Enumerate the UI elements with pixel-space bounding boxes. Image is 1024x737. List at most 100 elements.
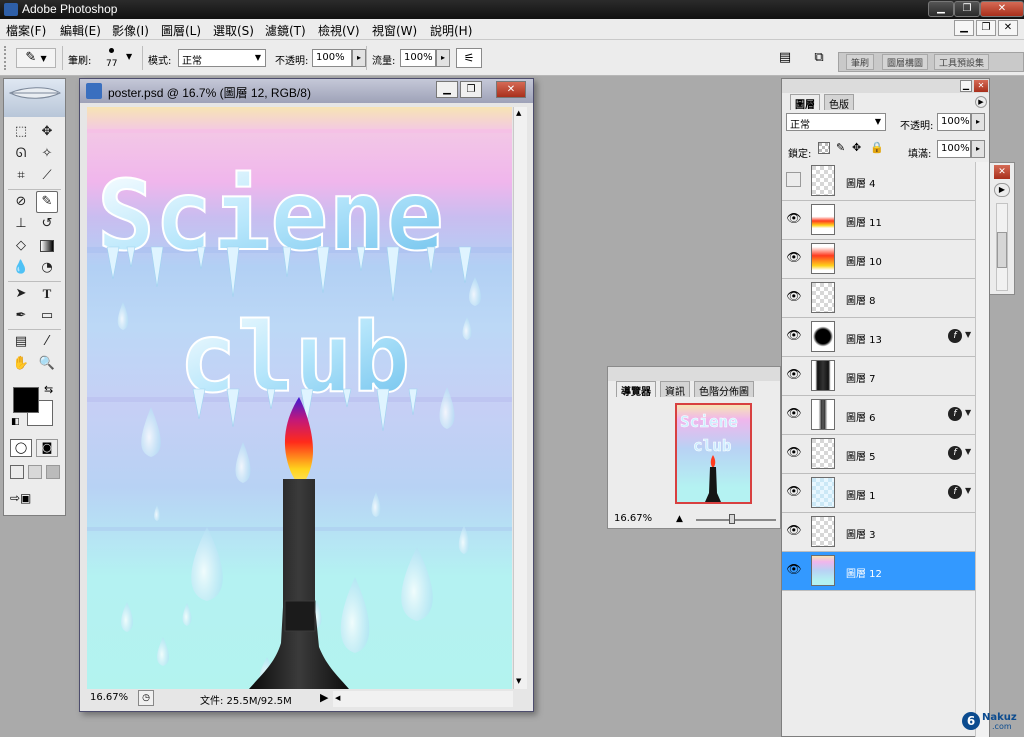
layer-row[interactable]: 👁 圖層 7 xyxy=(782,357,975,396)
well-tab-tool-presets[interactable]: 工具預設集 xyxy=(934,54,990,70)
brush-tool[interactable]: ✎ xyxy=(36,191,58,213)
quick-mask-button[interactable]: ◙ xyxy=(36,439,58,457)
layer-thumbnail[interactable] xyxy=(811,243,835,274)
layer-opacity-slider[interactable]: ▸ xyxy=(971,113,985,131)
blur-tool[interactable]: 💧 xyxy=(10,257,32,279)
close-button[interactable]: ✕ xyxy=(980,1,1024,17)
visibility-eye-icon[interactable]: 👁 xyxy=(786,406,802,422)
screen-mode-standard-button[interactable] xyxy=(10,465,24,479)
crop-tool[interactable]: ⌗ xyxy=(10,165,32,187)
magic-wand-tool[interactable]: ✧ xyxy=(36,143,58,165)
foreground-color-swatch[interactable] xyxy=(13,387,39,413)
layer-thumbnail[interactable] xyxy=(811,516,835,547)
visibility-eye-icon[interactable]: 👁 xyxy=(786,562,802,578)
layer-row[interactable]: 👁 圖層 12 xyxy=(782,552,975,591)
layer-row[interactable]: 👁 圖層 1 f ▼ xyxy=(782,474,975,513)
layer-row[interactable]: 👁 圖層 3 xyxy=(782,513,975,552)
slice-tool[interactable]: ⟋ xyxy=(36,165,58,187)
jump-to-imageready-button[interactable]: ⇨▣ xyxy=(10,491,36,507)
visibility-eye-icon[interactable]: 👁 xyxy=(786,211,802,227)
document-titlebar[interactable]: poster.psd @ 16.7% (圖層 12, RGB/8) ▁ ❐ ✕ xyxy=(80,79,533,103)
history-brush-tool[interactable]: ↺ xyxy=(36,213,58,235)
panel-menu-button[interactable]: ▶ xyxy=(994,183,1010,197)
doc-restore-button[interactable]: ❐ xyxy=(976,20,996,36)
layer-row[interactable]: 👁 圖層 6 f ▼ xyxy=(782,396,975,435)
marquee-tool[interactable]: ⬚ xyxy=(10,121,32,143)
menu-view[interactable]: 檢視(V) xyxy=(318,22,360,39)
navigator-titlebar[interactable] xyxy=(608,367,780,381)
menu-select[interactable]: 選取(S) xyxy=(213,22,254,39)
zoom-slider[interactable] xyxy=(696,519,776,521)
zoom-slider-thumb[interactable] xyxy=(729,514,735,524)
healing-brush-tool[interactable]: ⊘ xyxy=(10,191,32,213)
airbrush-toggle[interactable]: ⚟ xyxy=(456,48,482,68)
tab-info[interactable]: 資訊 xyxy=(660,381,690,398)
doc-minimize-button[interactable]: ▁ xyxy=(954,20,974,36)
zoom-out-icon[interactable]: ▲ xyxy=(676,514,683,524)
layer-row[interactable]: 👁 圖層 8 xyxy=(782,279,975,318)
layer-opacity-input[interactable]: 100% xyxy=(937,113,971,131)
move-tool[interactable]: ✥ xyxy=(36,121,58,143)
layer-thumbnail[interactable] xyxy=(811,165,835,196)
visibility-eye-icon[interactable]: 👁 xyxy=(786,250,802,266)
swap-colors-icon[interactable]: ⇆ xyxy=(44,383,53,396)
tool-preset-picker[interactable]: ✎ ▼ xyxy=(16,48,56,68)
doc-window-restore[interactable]: ❐ xyxy=(460,81,482,98)
layer-row[interactable]: 👁 圖層 5 f ▼ xyxy=(782,435,975,474)
tab-channels[interactable]: 色版 xyxy=(824,94,854,111)
fill-input[interactable]: 100% xyxy=(937,140,971,158)
layer-row[interactable]: 👁 圖層 13 f ▼ xyxy=(782,318,975,357)
brush-picker[interactable]: 77 ▼ xyxy=(102,46,138,72)
lock-pixels-icon[interactable]: ✎ xyxy=(836,141,845,154)
shape-tool[interactable]: ▭ xyxy=(36,305,58,327)
layer-row[interactable]: 👁 圖層 10 xyxy=(782,240,975,279)
doc-close-button[interactable]: ✕ xyxy=(998,20,1018,36)
restore-button[interactable]: ❐ xyxy=(954,1,980,17)
lock-all-icon[interactable]: 🔒 xyxy=(870,141,884,154)
layer-effects-icon[interactable]: f xyxy=(948,329,962,343)
opacity-slider-button[interactable]: ▸ xyxy=(352,49,366,67)
panel-minimize-button[interactable]: ▁ xyxy=(960,80,972,92)
tab-layers[interactable]: 圖層 xyxy=(790,94,820,111)
tab-histogram[interactable]: 色階分佈圖 xyxy=(694,381,754,398)
flow-slider-button[interactable]: ▸ xyxy=(436,49,450,67)
hand-tool[interactable]: ✋ xyxy=(10,353,32,375)
menu-window[interactable]: 視窗(W) xyxy=(372,22,417,39)
layer-thumbnail[interactable] xyxy=(811,477,835,508)
minimize-button[interactable]: ▁ xyxy=(928,1,954,17)
layer-thumbnail[interactable] xyxy=(811,399,835,430)
layers-panel-menu[interactable]: ▶ xyxy=(975,96,987,108)
standard-mode-button[interactable]: ◯ xyxy=(10,439,32,457)
visibility-eye-icon[interactable]: 👁 xyxy=(786,289,802,305)
pen-tool[interactable]: ✒ xyxy=(10,305,32,327)
layer-thumbnail[interactable] xyxy=(811,360,835,391)
scroll-up-icon[interactable]: ▲ xyxy=(516,109,521,117)
flow-input[interactable]: 100% xyxy=(400,49,436,67)
expand-effects-icon[interactable]: ▼ xyxy=(965,486,971,495)
visibility-eye-icon[interactable]: 👁 xyxy=(786,484,802,500)
collapsed-panel-scrollbar[interactable] xyxy=(996,203,1008,291)
zoom-tool[interactable]: 🔍 xyxy=(36,353,58,375)
visibility-eye-icon[interactable]: 👁 xyxy=(786,367,802,383)
mode-select[interactable]: 正常 ▼ xyxy=(178,49,266,67)
gradient-tool[interactable] xyxy=(36,235,58,257)
layer-thumbnail[interactable] xyxy=(811,204,835,235)
layer-effects-icon[interactable]: f xyxy=(948,407,962,421)
layer-thumbnail[interactable] xyxy=(811,282,835,313)
visibility-toggle[interactable] xyxy=(786,172,801,187)
layer-row[interactable]: 圖層 4 xyxy=(782,162,975,201)
file-browser-button[interactable]: ▤ xyxy=(775,48,795,68)
layer-thumbnail[interactable] xyxy=(811,321,835,352)
layer-row[interactable]: 👁 圖層 11 xyxy=(782,201,975,240)
menu-help[interactable]: 說明(H) xyxy=(430,22,472,39)
document-zoom-level[interactable]: 16.67% xyxy=(90,692,128,703)
visibility-eye-icon[interactable]: 👁 xyxy=(786,328,802,344)
visibility-eye-icon[interactable]: 👁 xyxy=(786,523,802,539)
eyedropper-tool[interactable]: ⁄ xyxy=(36,331,58,353)
clone-stamp-tool[interactable]: ⊥ xyxy=(10,213,32,235)
panel-close-button[interactable]: ✕ xyxy=(974,80,988,92)
toolbox-header[interactable] xyxy=(4,79,65,117)
expand-effects-icon[interactable]: ▼ xyxy=(965,408,971,417)
horizontal-scrollbar[interactable]: ◀ xyxy=(333,691,513,707)
layer-effects-icon[interactable]: f xyxy=(948,485,962,499)
